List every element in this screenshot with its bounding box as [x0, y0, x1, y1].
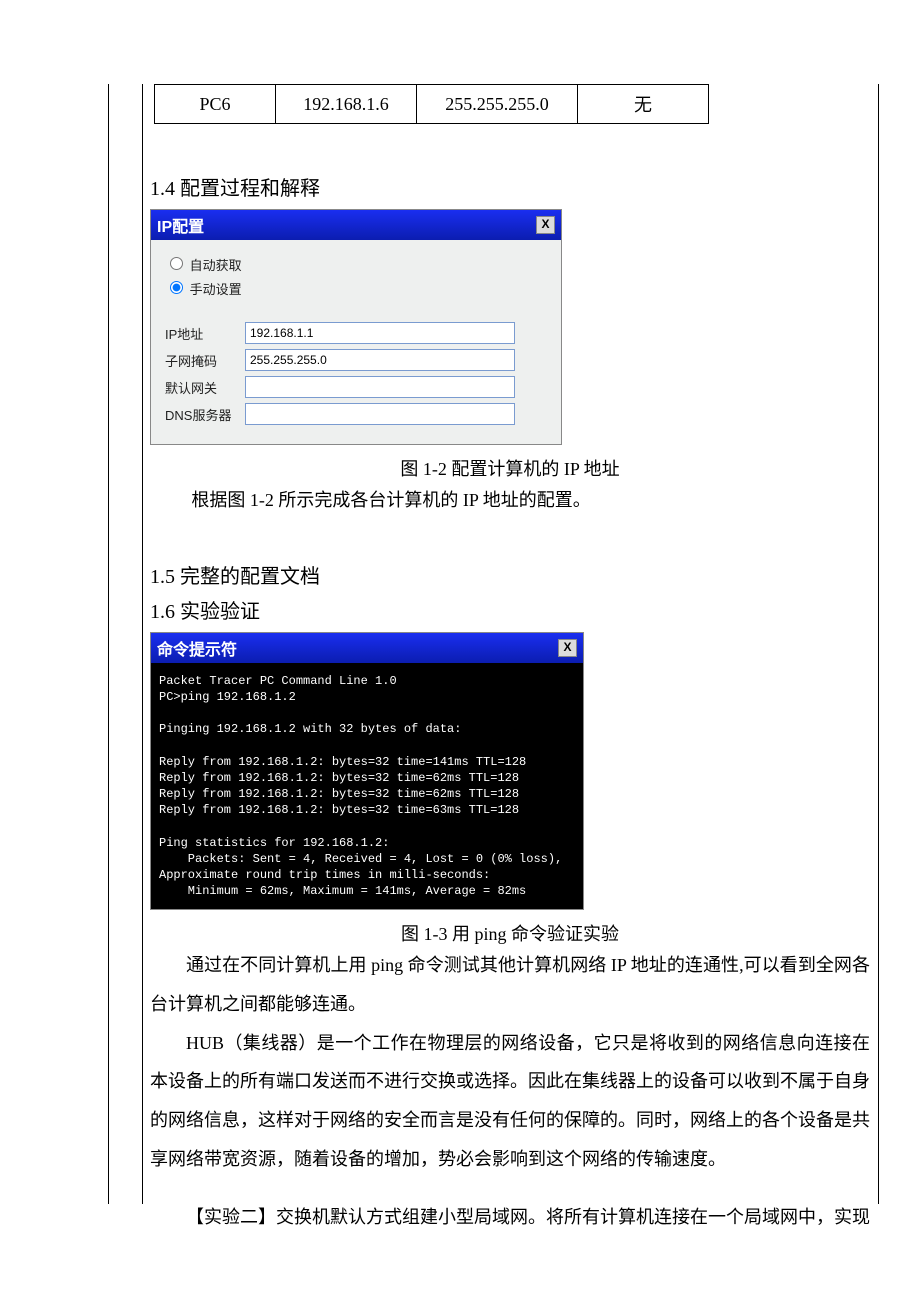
paragraph-hub: HUB（集线器）是一个工作在物理层的网络设备，它只是将收到的网络信息向连接在本设…	[150, 1024, 870, 1179]
dhcp-label: 自动获取	[190, 258, 242, 273]
command-output: Packet Tracer PC Command Line 1.0 PC>pin…	[151, 663, 583, 910]
paragraph-exp2: 【实验二】交换机默认方式组建小型局域网。将所有计算机连接在一个局域网中，实现	[150, 1198, 870, 1237]
cell-mask: 255.255.255.0	[417, 85, 578, 124]
ip-row: IP地址	[165, 322, 547, 344]
ip-table: PC6 192.168.1.6 255.255.255.0 无	[154, 84, 709, 124]
close-icon[interactable]: X	[558, 639, 577, 657]
command-prompt-title: 命令提示符	[157, 636, 237, 660]
page-border-left	[108, 84, 109, 1204]
cell-gw: 无	[578, 85, 709, 124]
ip-config-titlebar: IP配置 X	[151, 210, 561, 240]
static-label: 手动设置	[190, 282, 242, 297]
paragraph-fig12: 根据图 1-2 所示完成各台计算机的 IP 地址的配置。	[150, 481, 870, 520]
section-1-4: 1.4 配置过程和解释	[150, 172, 870, 201]
section-1-5: 1.5 完整的配置文档	[150, 560, 870, 589]
page-border-inner	[142, 84, 143, 1204]
cell-ip: 192.168.1.6	[276, 85, 417, 124]
table-row: PC6 192.168.1.6 255.255.255.0 无	[155, 85, 709, 124]
command-prompt-titlebar: 命令提示符 X	[151, 633, 583, 663]
dns-row: DNS服务器	[165, 403, 547, 425]
page: PC6 192.168.1.6 255.255.255.0 无 1.4 配置过程…	[0, 0, 920, 1302]
ip-config-window: IP配置 X 自动获取 手动设置 IP地址 子网掩码	[150, 209, 562, 445]
dns-label: DNS服务器	[165, 405, 245, 424]
static-radio[interactable]	[170, 281, 183, 294]
dns-input[interactable]	[245, 403, 515, 425]
static-option-row: 手动设置	[165, 278, 547, 298]
gateway-input[interactable]	[245, 376, 515, 398]
cell-pc: PC6	[155, 85, 276, 124]
command-prompt-window: 命令提示符 X Packet Tracer PC Command Line 1.…	[150, 632, 584, 911]
dhcp-radio[interactable]	[170, 257, 183, 270]
mask-label: 子网掩码	[165, 351, 245, 370]
close-icon[interactable]: X	[536, 216, 555, 234]
section-1-6: 1.6 实验验证	[150, 595, 870, 624]
content-area: PC6 192.168.1.6 255.255.255.0 无 1.4 配置过程…	[150, 84, 870, 1237]
figure-1-2-caption: 图 1-2 配置计算机的 IP 地址	[150, 455, 870, 481]
mask-input[interactable]	[245, 349, 515, 371]
ip-label: IP地址	[165, 324, 245, 343]
page-border-right	[878, 84, 879, 1204]
paragraph-ping: 通过在不同计算机上用 ping 命令测试其他计算机网络 IP 地址的连通性,可以…	[150, 946, 870, 1023]
figure-1-3-caption: 图 1-3 用 ping 命令验证实验	[150, 920, 870, 946]
ip-input[interactable]	[245, 322, 515, 344]
mask-row: 子网掩码	[165, 349, 547, 371]
gateway-label: 默认网关	[165, 378, 245, 397]
dhcp-option-row: 自动获取	[165, 254, 547, 274]
gateway-row: 默认网关	[165, 376, 547, 398]
ip-config-body: 自动获取 手动设置 IP地址 子网掩码 默认网关	[151, 240, 561, 444]
ip-config-title: IP配置	[157, 213, 204, 237]
